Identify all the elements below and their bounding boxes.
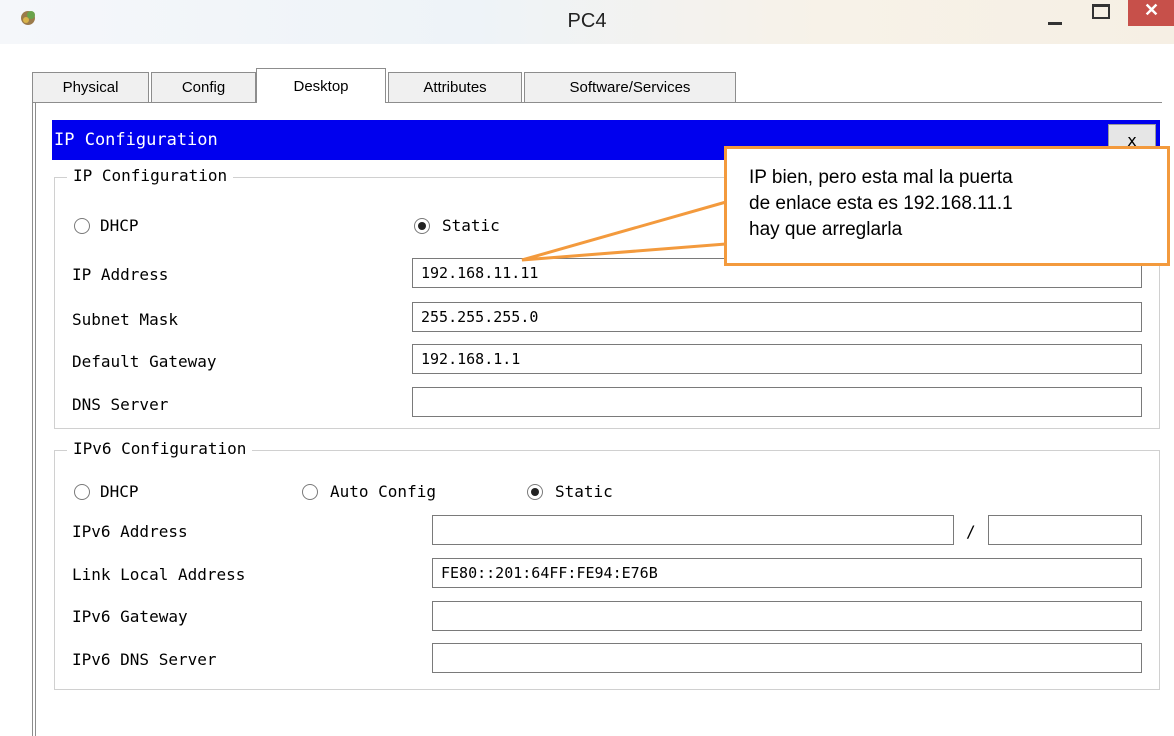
tab-bar: Physical Config Desktop Attributes Softw…	[32, 68, 1162, 103]
ipv4-static-radio[interactable]	[414, 218, 430, 234]
ipv6-gateway-label: IPv6 Gateway	[72, 607, 188, 626]
subnet-mask-label: Subnet Mask	[72, 310, 178, 329]
default-gateway-input[interactable]: 192.168.1.1	[412, 344, 1142, 374]
ipv6-gateway-input[interactable]	[432, 601, 1142, 631]
frame-border	[32, 102, 33, 736]
tab-divider	[32, 102, 1162, 103]
ipv4-dhcp-label: DHCP	[100, 216, 139, 235]
ipv6-static-radio[interactable]	[527, 484, 543, 500]
link-local-input[interactable]: FE80::201:64FF:FE94:E76B	[432, 558, 1142, 588]
ipv6-group-label: IPv6 Configuration	[67, 439, 253, 458]
subnet-mask-input[interactable]: 255.255.255.0	[412, 302, 1142, 332]
prefix-separator: /	[966, 522, 976, 541]
ipv4-dhcp-radio[interactable]	[74, 218, 90, 234]
default-gateway-label: Default Gateway	[72, 352, 217, 371]
callout-pointer	[521, 200, 728, 262]
tab-software-services[interactable]: Software/Services	[524, 72, 736, 102]
ipv6-static-label: Static	[555, 482, 613, 501]
ipv6-address-input[interactable]	[432, 515, 954, 545]
ipv6-dhcp-radio[interactable]	[74, 484, 90, 500]
annotation-line-2: de enlace esta es 192.168.11.1	[749, 193, 1013, 214]
ipv6-prefix-input[interactable]	[988, 515, 1142, 545]
maximize-icon[interactable]	[1086, 0, 1116, 30]
tab-physical[interactable]: Physical	[32, 72, 149, 102]
ipv4-group-label: IP Configuration	[67, 166, 234, 185]
link-local-label: Link Local Address	[72, 565, 246, 584]
tab-desktop[interactable]: Desktop	[256, 68, 386, 103]
ip-address-label: IP Address	[72, 265, 169, 284]
ipv6-auto-config-label: Auto Config	[330, 482, 436, 501]
close-icon[interactable]: ✕	[1128, 0, 1174, 26]
annotation-callout: IP bien, pero esta mal la puerta de enla…	[724, 146, 1170, 266]
ipv6-dns-label: IPv6 DNS Server	[72, 650, 217, 669]
panel-title: IP Configuration	[54, 130, 218, 150]
ipv6-address-label: IPv6 Address	[72, 522, 188, 541]
ipv6-auto-config-radio[interactable]	[302, 484, 318, 500]
annotation-line-3: hay que arreglarla	[749, 219, 903, 240]
ipv4-static-label: Static	[442, 216, 500, 235]
annotation-line-1: IP bien, pero esta mal la puerta	[749, 167, 1013, 188]
ipv6-dhcp-label: DHCP	[100, 482, 139, 501]
tab-attributes[interactable]: Attributes	[388, 72, 522, 102]
minimize-icon[interactable]	[1040, 0, 1070, 30]
tab-config[interactable]: Config	[151, 72, 256, 102]
frame-border-inner	[35, 102, 36, 736]
dns-server-label: DNS Server	[72, 395, 169, 414]
ipv6-dns-input[interactable]	[432, 643, 1142, 673]
window-title: PC4	[567, 10, 607, 32]
title-bar: PC4 ✕	[0, 0, 1174, 44]
dns-server-input[interactable]	[412, 387, 1142, 417]
